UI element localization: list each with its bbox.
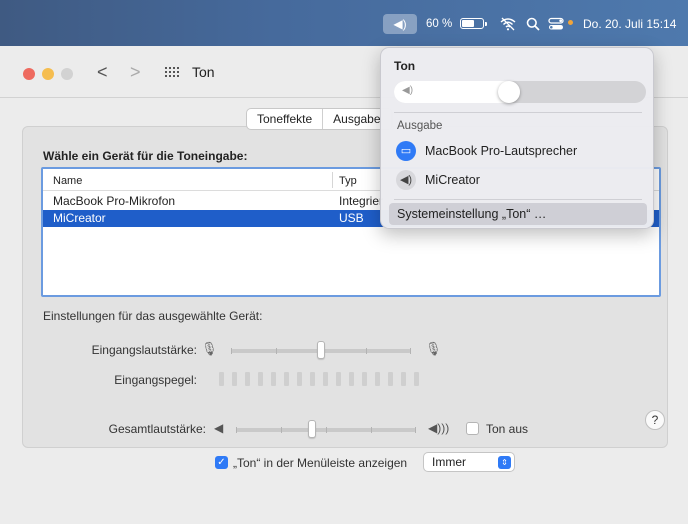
total-volume-slider-thumb[interactable] bbox=[307, 420, 316, 438]
device-type: Integrier bbox=[339, 194, 384, 208]
microphone-low-icon: 🎙︎ bbox=[201, 341, 218, 356]
battery-percent: 60 % bbox=[426, 18, 453, 30]
sound-menu: Ton ◀︎) Ausgabe ▭ MacBook Pro-Lautsprech… bbox=[380, 47, 654, 229]
input-volume-label: Eingangslautstärke: bbox=[91, 343, 197, 357]
speaker-low-icon: ◀ bbox=[214, 421, 224, 435]
show-all-grid-icon[interactable] bbox=[165, 67, 179, 79]
column-header-name[interactable]: Name bbox=[53, 175, 82, 187]
microphone-high-icon: 🎙︎ bbox=[425, 341, 442, 356]
menu-item-label: Systemeinstellung „Ton“ … bbox=[397, 207, 547, 221]
back-button[interactable]: < bbox=[97, 62, 108, 83]
wifi-off-icon[interactable] bbox=[500, 15, 516, 33]
device-name: MiCreator bbox=[53, 211, 106, 225]
device-name: MacBook Pro-Mikrofon bbox=[53, 194, 176, 208]
mute-checkbox[interactable] bbox=[466, 422, 479, 435]
input-level-label: Eingangspegel: bbox=[114, 373, 197, 387]
menu-output-micreator[interactable]: ◀︎) MiCreator bbox=[389, 167, 647, 193]
menu-item-label: MacBook Pro-Lautsprecher bbox=[425, 144, 578, 158]
show-mode-select[interactable]: Immer ⇕ bbox=[423, 452, 515, 472]
forward-button[interactable]: > bbox=[130, 62, 141, 83]
speaker-icon: ◀︎) bbox=[402, 85, 414, 96]
menu-output-macbook-speakers[interactable]: ▭ MacBook Pro-Lautsprecher bbox=[389, 138, 647, 164]
input-level-meter bbox=[219, 372, 419, 386]
recording-indicator-dot bbox=[568, 20, 573, 25]
menu-volume-slider-thumb[interactable] bbox=[497, 81, 520, 103]
total-volume-track[interactable] bbox=[236, 427, 416, 433]
laptop-icon: ▭ bbox=[396, 141, 416, 161]
column-header-type[interactable]: Typ bbox=[339, 175, 357, 187]
menu-bar: ◀︎) 60 % Do. 20. Juli 15:14 bbox=[0, 0, 688, 46]
speaker-icon: ◀︎) bbox=[396, 170, 416, 190]
control-center-icon[interactable] bbox=[548, 15, 564, 33]
show-in-menubar-label: „Ton“ in der Menüleiste anzeigen bbox=[233, 456, 408, 470]
tab-bar: Toneffekte Ausgabe bbox=[246, 108, 393, 130]
output-section-label: Ausgabe bbox=[397, 120, 443, 132]
menu-sound-settings[interactable]: Systemeinstellung „Ton“ … bbox=[389, 203, 647, 225]
total-volume-label: Gesamtlautstärke: bbox=[108, 422, 206, 436]
minimize-button[interactable] bbox=[42, 68, 54, 80]
menu-item-label: MiCreator bbox=[425, 173, 480, 187]
menubar-clock[interactable]: Do. 20. Juli 15:14 bbox=[583, 15, 676, 33]
speaker-volume-icon: ◀︎) bbox=[393, 17, 407, 31]
device-settings-label: Einstellungen für das ausgewählte Gerät: bbox=[43, 309, 263, 323]
zoom-button[interactable] bbox=[61, 68, 73, 80]
input-volume-slider-thumb[interactable] bbox=[317, 341, 325, 359]
magnifier-icon[interactable] bbox=[526, 15, 540, 33]
window-title: Ton bbox=[192, 64, 215, 80]
show-mode-value: Immer bbox=[432, 455, 466, 469]
close-button[interactable] bbox=[23, 68, 35, 80]
sound-menu-title: Ton bbox=[394, 59, 416, 73]
mute-label: Ton aus bbox=[486, 422, 529, 436]
menu-volume-slider[interactable]: ◀︎) bbox=[394, 81, 646, 103]
show-in-menubar-checkbox[interactable]: ✓ bbox=[215, 456, 228, 469]
help-button[interactable]: ? bbox=[645, 410, 665, 430]
chevron-updown-icon: ⇕ bbox=[498, 456, 511, 469]
battery-icon[interactable] bbox=[460, 18, 487, 29]
speaker-high-icon: ◀︎))) bbox=[428, 421, 450, 435]
tab-sound-effects[interactable]: Toneffekte bbox=[247, 109, 324, 129]
input-device-heading: Wähle ein Gerät für die Toneingabe: bbox=[43, 149, 248, 163]
menubar-volume-button[interactable]: ◀︎) bbox=[383, 14, 417, 34]
device-type: USB bbox=[339, 211, 364, 225]
